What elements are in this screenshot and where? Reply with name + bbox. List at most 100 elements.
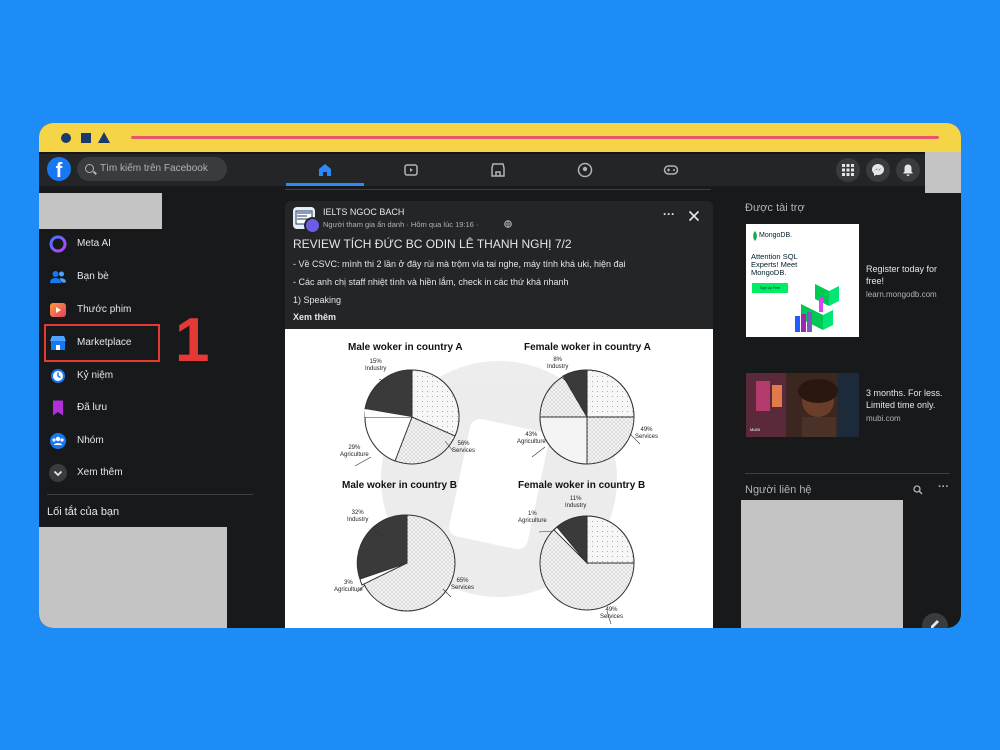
sidebar-item-label: Nhóm (77, 435, 104, 446)
pie-label-industry: 8% Industry (547, 357, 569, 370)
marketplace-icon (491, 163, 505, 177)
window-triangle-icon[interactable] (98, 132, 110, 143)
tab-video[interactable] (372, 154, 450, 186)
globe-icon (504, 220, 512, 228)
post-image[interactable]: Male woker in country A Female woker in … (285, 329, 713, 628)
menu-grid-button[interactable] (836, 158, 860, 182)
video-icon (404, 164, 418, 176)
sponsored-title: Được tài trợ (745, 202, 805, 214)
sidebar-item-memories[interactable]: Kỷ niệm (47, 363, 252, 389)
address-bar[interactable] (131, 136, 939, 139)
window-title-bar (39, 123, 961, 154)
sidebar-divider (47, 494, 253, 495)
ad-card-mongodb[interactable]: MongoDB. Attention SQL Experts! Meet Mon… (746, 224, 859, 337)
ad-image-portrait (746, 373, 859, 437)
post-line: - Về CSVC: mình thi 2 lần ở đây rùi mà t… (293, 259, 626, 269)
home-icon (319, 164, 331, 176)
ad-illustration-icon (795, 284, 839, 332)
chart-title: Male woker in country A (348, 342, 463, 353)
sidebar-item-label: Kỷ niệm (77, 370, 114, 381)
menu-grid-icon (842, 164, 854, 176)
marketplace-highlight-box (44, 324, 160, 362)
mongodb-leaf-icon (753, 231, 757, 241)
messenger-button[interactable] (866, 158, 890, 182)
messenger-icon (872, 164, 884, 176)
window-square-icon[interactable] (81, 133, 91, 143)
sidebar-item-friends[interactable]: Bạn bè (47, 264, 252, 290)
pie-label-agriculture: 43% Agriculture (517, 432, 546, 445)
sidebar-item-label: Bạn bè (77, 271, 109, 282)
ad-text[interactable]: 3 months. For less. Limited time only. (866, 387, 956, 411)
chart-title: Female woker in country B (518, 480, 646, 491)
chart-title: Female woker in country A (524, 342, 651, 353)
annotation-step-number: 1 (175, 306, 210, 375)
see-more-link[interactable]: Xem thêm (293, 312, 336, 322)
post-author[interactable]: IELTS NGOC BACH (323, 207, 404, 217)
sidebar-item-meta-ai[interactable]: Meta AI (47, 231, 252, 257)
groups-icon (577, 162, 593, 178)
right-divider (745, 473, 950, 474)
pie-chart-female-b (539, 515, 635, 611)
memories-icon (51, 369, 65, 383)
notifications-button[interactable] (896, 158, 920, 182)
pie-label-agriculture: 3% Agriculture (334, 580, 363, 593)
ad-headline: Attention SQL Experts! Meet MongoDB. (751, 252, 798, 277)
search-input[interactable]: Tìm kiếm trên Facebook (77, 157, 227, 181)
tab-gaming[interactable] (632, 154, 710, 186)
pie-label-services: 65% Services (451, 578, 475, 591)
pie-chart-male-a (364, 369, 460, 465)
shortcuts-title: Lối tắt của bạn (47, 506, 120, 518)
groups-circle-icon (50, 433, 66, 449)
sidebar-item-groups[interactable]: Nhóm (47, 428, 252, 454)
redacted-block (925, 152, 961, 193)
anonymous-badge-icon (304, 217, 321, 234)
post-line: 1) Speaking (293, 295, 342, 305)
sidebar-item-label: Xem thêm (77, 467, 123, 478)
facebook-top-nav: f Tìm kiếm trên Facebook (39, 154, 961, 186)
feed-divider (285, 189, 711, 190)
search-icon (85, 164, 94, 173)
ad-text[interactable]: Register today for free! (866, 263, 956, 287)
contacts-options-icon[interactable]: ··· (938, 481, 949, 493)
facebook-logo-icon[interactable]: f (47, 157, 71, 182)
tab-marketplace[interactable] (459, 154, 537, 186)
pie-label-agriculture: 1% Agriculture (518, 511, 547, 524)
notification-bell-icon (903, 164, 913, 176)
ad-signup-button[interactable]: Sign Up Free (752, 283, 788, 293)
search-contacts-icon[interactable] (913, 485, 923, 495)
ad-domain[interactable]: mubi.com (866, 413, 901, 425)
tab-home[interactable] (286, 154, 364, 186)
chart-title: Male woker in country B (342, 480, 458, 491)
pie-label-services: 49% Services (600, 607, 624, 620)
pie-chart-female-a (539, 369, 635, 465)
pie-label-industry: 15% Industry (365, 359, 387, 372)
redacted-profile (39, 193, 162, 229)
chevron-down-icon (49, 464, 67, 482)
sidebar-item-see-more[interactable]: Xem thêm (47, 460, 252, 486)
pie-label-industry: 11% Industry (565, 496, 587, 509)
sidebar-item-label: Đã lưu (77, 402, 108, 413)
pie-label-industry: 32% Industry (347, 510, 369, 523)
tab-groups[interactable] (546, 154, 624, 186)
window-circle-icon[interactable] (61, 133, 71, 143)
ad-brand: MongoDB. (759, 232, 793, 239)
sidebar-item-label: Thước phim (77, 304, 132, 315)
saved-icon (53, 400, 63, 416)
new-message-button[interactable] (922, 613, 948, 628)
feed-post: IELTS NGOC BACH Người tham gia ẩn danh ·… (285, 201, 713, 628)
post-line: - Các anh chị staff nhiệt tình và hiền l… (293, 277, 569, 287)
sidebar-item-saved[interactable]: Đã lưu (47, 395, 252, 421)
redacted-shortcuts (39, 527, 227, 628)
meta-ai-icon (49, 235, 67, 253)
more-options-icon[interactable]: ··· (663, 207, 675, 221)
ad-caption: MUBI (750, 427, 760, 432)
gaming-icon (663, 165, 679, 175)
ad-domain[interactable]: learn.mongodb.com (866, 289, 937, 301)
pie-label-services: 49% Services (635, 427, 659, 440)
ad-card-mubi[interactable]: MUBI (746, 373, 859, 437)
sidebar-item-label: Meta AI (77, 238, 111, 249)
sidebar-item-reels[interactable]: Thước phim (47, 297, 252, 323)
close-icon[interactable] (688, 210, 700, 222)
pie-label-agriculture: 29% Agriculture (340, 445, 369, 458)
redacted-contacts (741, 500, 903, 628)
